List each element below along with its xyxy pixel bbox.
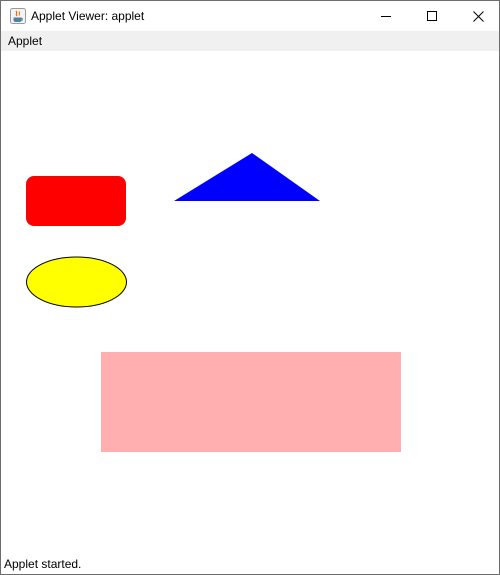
red-rounded-rectangle — [26, 176, 126, 226]
window-title: Applet Viewer: applet — [31, 9, 145, 23]
minimize-icon — [381, 16, 391, 17]
title-bar[interactable]: Applet Viewer: applet — [1, 1, 499, 31]
maximize-button[interactable] — [409, 1, 455, 31]
pink-rectangle — [101, 352, 401, 452]
java-icon[interactable] — [10, 8, 26, 24]
menu-bar: Applet — [1, 31, 499, 51]
applet-viewer-window: Applet Viewer: applet Applet Applet star… — [0, 0, 500, 575]
blue-triangle — [174, 153, 320, 201]
close-icon — [472, 10, 484, 22]
minimize-button[interactable] — [363, 1, 409, 31]
status-text: Applet started. — [4, 557, 82, 571]
menu-applet[interactable]: Applet — [8, 34, 42, 48]
applet-canvas[interactable] — [1, 51, 499, 554]
status-bar: Applet started. — [1, 554, 499, 574]
yellow-oval — [26, 256, 127, 308]
maximize-icon — [427, 11, 437, 21]
close-button[interactable] — [455, 1, 499, 31]
